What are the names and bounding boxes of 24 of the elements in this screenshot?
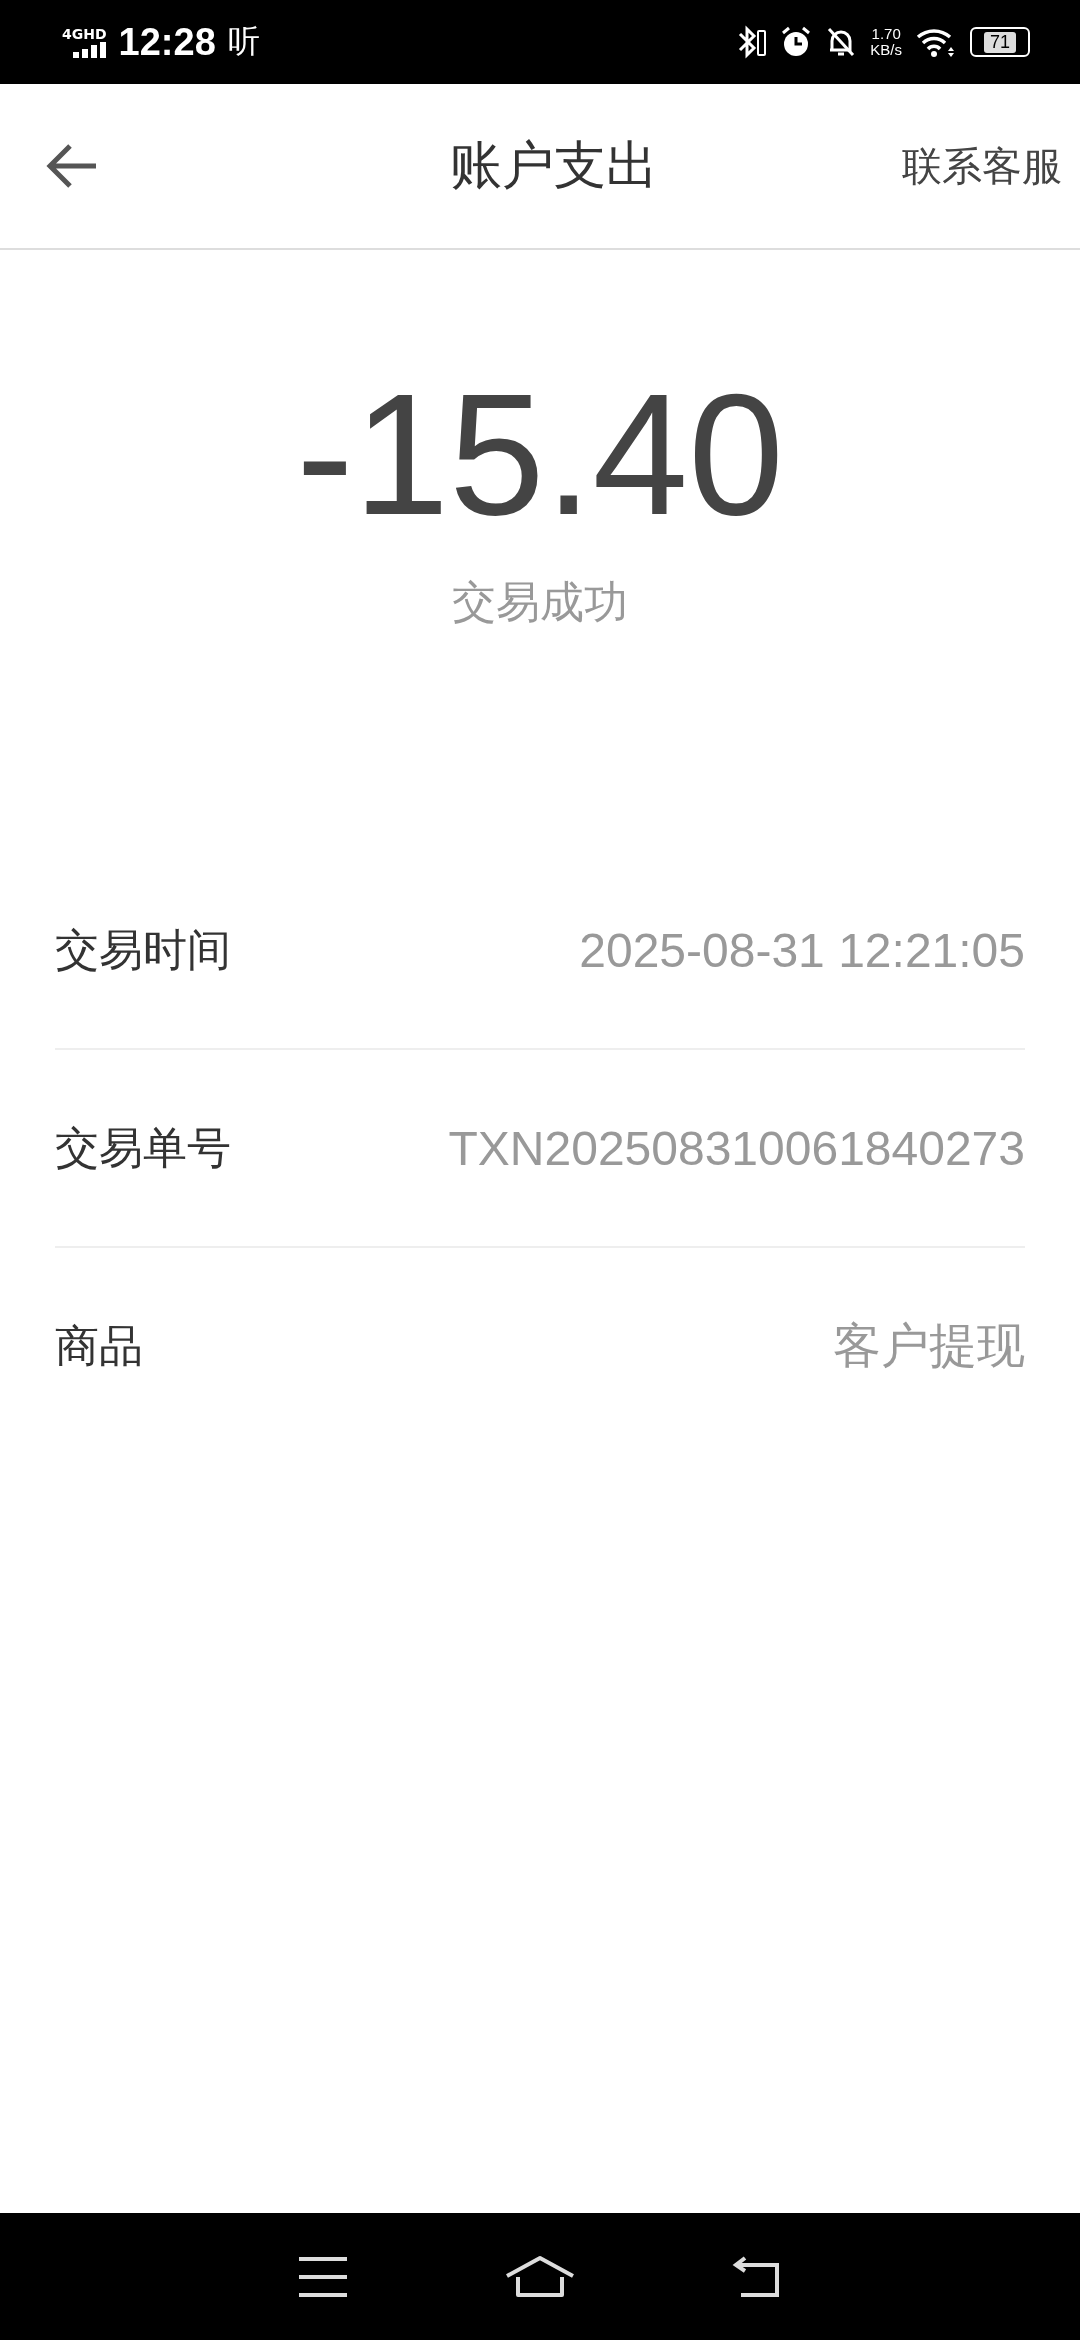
status-text: 交易成功: [452, 575, 628, 630]
network-label: 4GHD: [62, 26, 107, 41]
speed-unit: KB/s: [870, 42, 902, 58]
speed-value: 1.70: [871, 26, 901, 42]
detail-value: 2025-08-31 12:21:05: [579, 922, 1025, 978]
home-icon[interactable]: [504, 2254, 576, 2299]
mute-icon: [826, 26, 857, 58]
app-glyph: 听: [227, 21, 260, 62]
detail-label: 交易单号: [55, 1120, 231, 1175]
amount-text: -15.40: [296, 360, 784, 550]
detail-label: 商品: [55, 1318, 143, 1373]
page-title: 账户支出: [450, 134, 658, 197]
wifi-icon: [916, 27, 956, 57]
detail-label: 交易时间: [55, 922, 231, 977]
clock: 12:28: [118, 20, 216, 64]
contact-support-link[interactable]: 联系客服: [902, 138, 1062, 194]
signal-icon: [72, 41, 107, 58]
menu-icon[interactable]: [297, 2255, 350, 2298]
battery-indicator: 71: [970, 27, 1030, 57]
alarm-icon: [780, 26, 813, 58]
back-icon[interactable]: [46, 143, 98, 189]
detail-value: 客户提现: [833, 1318, 1025, 1375]
detail-value: TXN202508310061840273: [448, 1120, 1025, 1176]
bluetooth-icon: [736, 25, 767, 59]
